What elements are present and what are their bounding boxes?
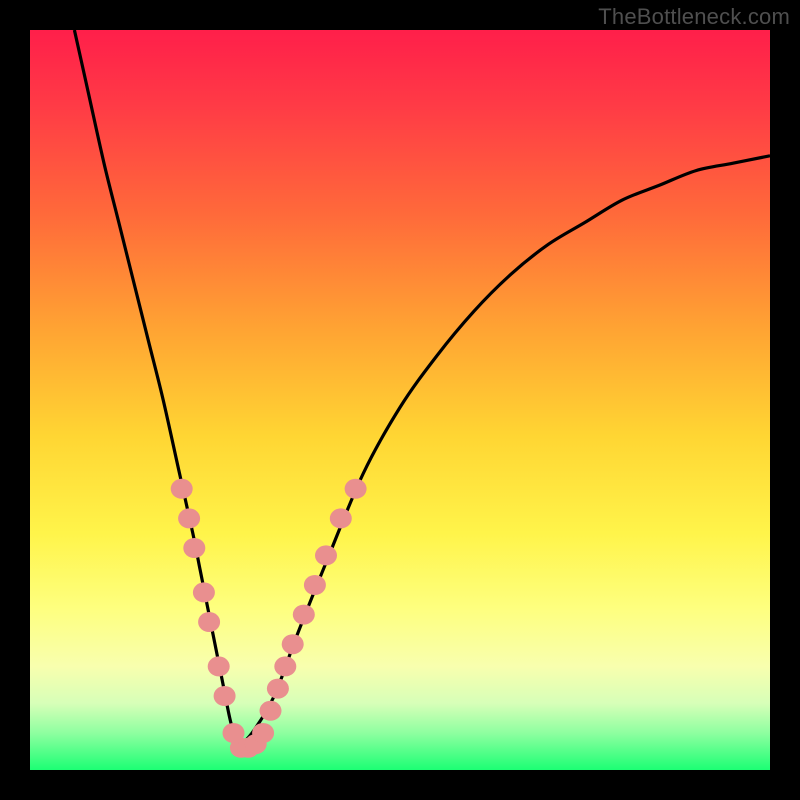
marker-dot <box>282 634 304 654</box>
marker-dot <box>198 612 220 632</box>
marker-dot <box>267 679 289 699</box>
plot-area <box>30 30 770 770</box>
marker-dot <box>260 701 282 721</box>
left-branch-curve <box>74 30 237 748</box>
curve-svg <box>30 30 770 770</box>
chart-frame: TheBottleneck.com <box>0 0 800 800</box>
marker-dot <box>315 545 337 565</box>
marker-dot <box>208 656 230 676</box>
marker-dot <box>252 723 274 743</box>
marker-dot <box>330 508 352 528</box>
marker-dot <box>178 508 200 528</box>
marker-dot <box>304 575 326 595</box>
marker-dot <box>345 479 367 499</box>
marker-dot <box>183 538 205 558</box>
marker-dot <box>274 656 296 676</box>
watermark-text: TheBottleneck.com <box>598 4 790 30</box>
marker-dots <box>171 479 367 758</box>
marker-dot <box>214 686 236 706</box>
right-branch-curve <box>237 156 770 748</box>
marker-dot <box>171 479 193 499</box>
marker-dot <box>293 605 315 625</box>
marker-dot <box>193 582 215 602</box>
